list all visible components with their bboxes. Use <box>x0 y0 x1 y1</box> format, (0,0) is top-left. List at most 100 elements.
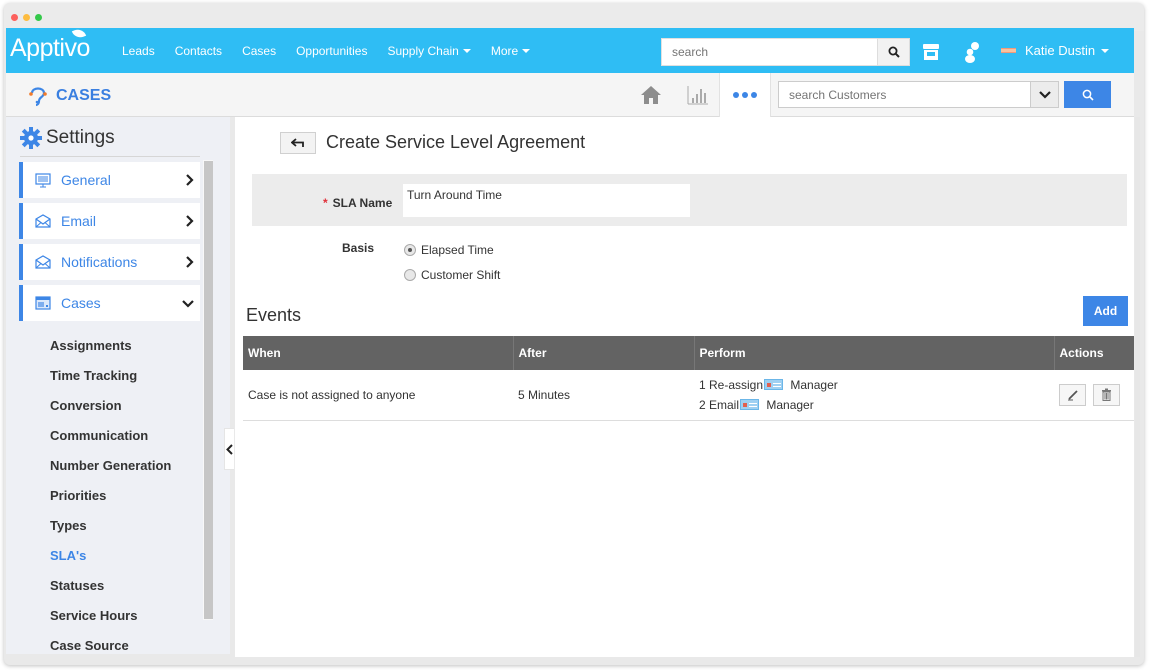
minimize-window-button[interactable] <box>23 14 30 21</box>
caret-down-icon <box>1101 48 1110 53</box>
nav-more[interactable]: More <box>490 43 531 58</box>
nav-label: Contacts <box>174 43 223 58</box>
sla-name-label-text: SLA Name <box>332 196 393 210</box>
perform-target: Manager <box>790 377 838 392</box>
sidebar-item-cases[interactable]: Cases <box>19 285 200 321</box>
sla-name-input[interactable] <box>403 184 690 217</box>
customer-search-input[interactable] <box>778 81 1031 108</box>
contact-card-icon <box>740 398 760 410</box>
submenu-communication[interactable]: Communication <box>50 426 171 456</box>
table-row[interactable]: Case is not assigned to anyone 5 Minutes… <box>243 370 1134 421</box>
perform-target: Manager <box>766 397 814 412</box>
chevron-right-icon <box>186 215 194 227</box>
events-table: When After Perform Actions Case is not a… <box>243 336 1134 421</box>
submenu-assignments[interactable]: Assignments <box>50 336 171 366</box>
caret-down-icon <box>522 49 531 54</box>
top-navbar: Apptivo Leads Contacts Cases Opportuniti… <box>6 27 1134 73</box>
logo-text: Apptivo <box>10 34 90 62</box>
main-scrollbar[interactable] <box>1135 117 1140 657</box>
perform-action: 2 Email Manager <box>699 395 1054 415</box>
app-title-label: CASES <box>56 87 112 104</box>
submenu-number-generation[interactable]: Number Generation <box>50 456 171 486</box>
settings-menu: General Email Notifications Cases <box>19 162 200 326</box>
customer-search-dropdown[interactable] <box>1030 81 1059 108</box>
sidebar-scrollbar-thumb[interactable] <box>204 161 213 619</box>
window-icon <box>35 296 51 310</box>
submenu-statuses[interactable]: Statuses <box>50 576 171 606</box>
submenu-priorities[interactable]: Priorities <box>50 486 171 516</box>
basis-option-elapsed-time[interactable]: Elapsed Time <box>404 243 494 257</box>
nav-label: Opportunities <box>296 43 368 58</box>
submenu-conversion[interactable]: Conversion <box>50 396 171 426</box>
people-icon[interactable] <box>961 40 983 64</box>
chevron-right-icon <box>186 174 194 186</box>
global-search-input[interactable] <box>661 38 878 66</box>
menu-label: Cases <box>61 295 101 311</box>
submenu-slas[interactable]: SLA's <box>50 546 171 576</box>
cell-after: 5 Minutes <box>513 370 694 421</box>
nav-cases[interactable]: Cases <box>242 44 276 58</box>
home-button[interactable] <box>638 83 664 107</box>
apptivo-logo[interactable]: Apptivo <box>10 27 90 63</box>
sla-name-row: * SLA Name <box>252 174 1127 226</box>
radio-unselected[interactable] <box>404 269 416 281</box>
cell-when: Case is not assigned to anyone <box>243 370 513 421</box>
col-perform: Perform <box>694 336 1055 370</box>
radio-selected[interactable] <box>404 244 416 256</box>
submenu-case-source[interactable]: Case Source <box>50 636 171 654</box>
add-event-button[interactable]: Add <box>1083 296 1128 326</box>
chevron-down-icon <box>1038 90 1051 99</box>
pencil-icon <box>1067 390 1078 401</box>
settings-title: Settings <box>46 127 115 148</box>
settings-heading: Settings <box>20 127 200 157</box>
customer-search-button[interactable] <box>1064 81 1111 108</box>
reports-button[interactable] <box>685 83 711 107</box>
maximize-window-button[interactable] <box>35 14 42 21</box>
chevron-left-icon <box>226 443 233 455</box>
page-title: Create Service Level Agreement <box>326 132 586 152</box>
user-menu[interactable]: Katie Dustin <box>1001 28 1110 73</box>
cases-submenu: Assignments Time Tracking Conversion Com… <box>50 336 171 654</box>
sidebar-item-general[interactable]: General <box>19 162 200 198</box>
sidebar-item-email[interactable]: Email <box>19 203 200 239</box>
nav-leads[interactable]: Leads <box>122 44 155 58</box>
close-window-button[interactable] <box>11 14 18 21</box>
more-dots-button[interactable] <box>719 73 771 117</box>
trash-icon <box>1102 388 1112 402</box>
main-nav: Leads Contacts Cases Opportunities Suppl… <box>122 28 550 73</box>
flag-icon <box>1001 48 1016 53</box>
app-subbar: CASES <box>6 73 1134 117</box>
contact-card-icon <box>764 378 784 390</box>
edit-button[interactable] <box>1059 383 1086 406</box>
monitor-icon <box>35 172 51 187</box>
main-content: Create Service Level Agreement * SLA Name… <box>235 117 1134 657</box>
global-search-button[interactable] <box>877 38 910 66</box>
envelope-icon <box>35 214 51 228</box>
more-dots-icon <box>733 92 739 98</box>
basis-option-customer-shift[interactable]: Customer Shift <box>404 268 500 282</box>
submenu-time-tracking[interactable]: Time Tracking <box>50 366 171 396</box>
back-button[interactable] <box>280 132 316 154</box>
envelope-icon <box>35 255 51 269</box>
nav-label: More <box>490 43 519 58</box>
nav-opportunities[interactable]: Opportunities <box>296 44 367 58</box>
cell-actions <box>1054 370 1134 421</box>
ear-help-icon <box>29 87 47 107</box>
cell-perform: 1 Re-assign Manager 2 Email Manager <box>694 370 1054 421</box>
events-heading: Events <box>246 305 302 325</box>
window-titlebar <box>4 3 1144 31</box>
submenu-service-hours[interactable]: Service Hours <box>50 606 171 636</box>
perform-action-label: 1 Re-assign <box>699 377 764 392</box>
delete-button[interactable] <box>1093 383 1121 406</box>
store-icon[interactable] <box>921 42 941 62</box>
submenu-types[interactable]: Types <box>50 516 171 546</box>
search-icon <box>888 46 900 58</box>
user-name: Katie Dustin <box>1025 43 1096 58</box>
nav-contacts[interactable]: Contacts <box>175 44 222 58</box>
collapse-sidebar-button[interactable] <box>224 428 234 470</box>
nav-supply-chain[interactable]: Supply Chain <box>387 44 471 58</box>
menu-label: General <box>61 172 111 188</box>
sidebar-item-notifications[interactable]: Notifications <box>19 244 200 280</box>
chevron-down-icon <box>182 300 194 308</box>
app-title[interactable]: CASES <box>28 85 111 107</box>
